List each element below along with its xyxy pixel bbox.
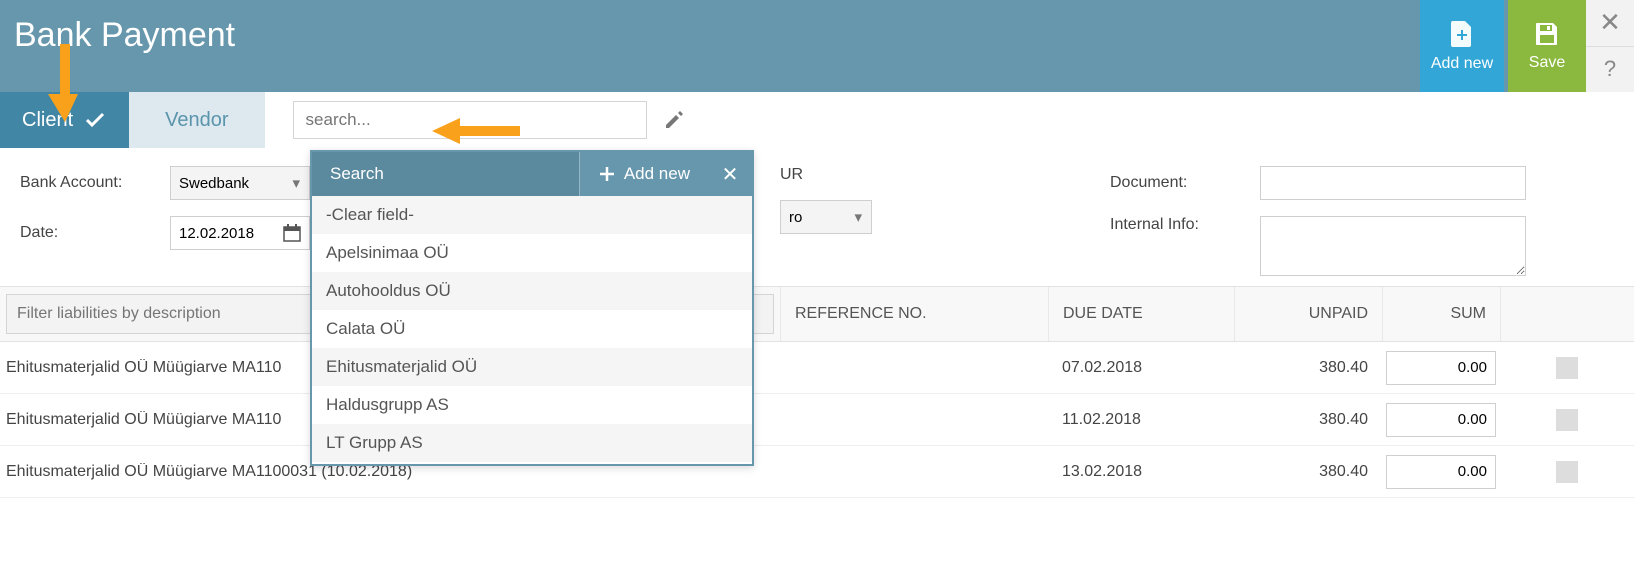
cell-unpaid: 380.40 bbox=[1234, 411, 1382, 429]
col-due-date[interactable]: DUE DATE bbox=[1048, 287, 1234, 341]
dropdown-item[interactable]: Autohooldus OÜ bbox=[312, 272, 752, 310]
table-body: Ehitusmaterjalid OÜ Müügiarve MA11007.02… bbox=[0, 342, 1634, 498]
col-sum[interactable]: SUM bbox=[1382, 287, 1500, 341]
edit-icon[interactable] bbox=[663, 109, 685, 131]
dropdown-item[interactable]: -Clear field- bbox=[312, 196, 752, 234]
row-date: Date: bbox=[20, 216, 360, 250]
form-col-right: Document: Internal Info: bbox=[1110, 166, 1526, 276]
cell-sum bbox=[1382, 403, 1500, 437]
table-row[interactable]: Ehitusmaterjalid OÜ Müügiarve MA1100031 … bbox=[0, 446, 1634, 498]
cell-unpaid: 380.40 bbox=[1234, 359, 1382, 377]
search-dropdown: Search Add new ✕ -Clear field- Apelsinim… bbox=[310, 150, 754, 466]
row-unit: ro bbox=[780, 200, 890, 234]
dropdown-search-label: Search bbox=[330, 164, 384, 184]
row-currency-fragment: UR bbox=[780, 166, 890, 184]
close-icon: ✕ bbox=[722, 162, 739, 187]
table-row[interactable]: Ehitusmaterjalid OÜ Müügiarve MA11011.02… bbox=[0, 394, 1634, 446]
cell-unpaid: 380.40 bbox=[1234, 463, 1382, 481]
cell-tail bbox=[1500, 357, 1634, 379]
bank-account-select[interactable]: Swedbank bbox=[170, 166, 310, 200]
plus-icon bbox=[598, 165, 616, 183]
save-label: Save bbox=[1529, 54, 1565, 72]
form-area: Bank Account: Swedbank Date: UR bbox=[0, 148, 1634, 286]
add-new-label: Add new bbox=[1431, 55, 1493, 73]
dropdown-close-button[interactable]: ✕ bbox=[708, 152, 752, 196]
tab-client[interactable]: Client bbox=[0, 92, 129, 148]
currency-fragment: UR bbox=[780, 166, 803, 184]
page-title: Bank Payment bbox=[0, 0, 249, 71]
close-icon: ✕ bbox=[1599, 7, 1621, 38]
row-internal: Internal Info: bbox=[1110, 216, 1526, 276]
bank-account-label: Bank Account: bbox=[20, 174, 170, 192]
check-icon bbox=[83, 108, 107, 132]
dropdown-tab-search[interactable]: Search bbox=[312, 152, 579, 196]
dropdown-item[interactable]: Apelsinimaa OÜ bbox=[312, 234, 752, 272]
save-button[interactable]: Save bbox=[1508, 0, 1586, 92]
cell-sum bbox=[1382, 351, 1500, 385]
dropdown-add-new-label: Add new bbox=[624, 164, 690, 184]
sum-input[interactable] bbox=[1386, 455, 1496, 489]
internal-info-label: Internal Info: bbox=[1110, 216, 1260, 234]
unit-select-wrap: ro bbox=[780, 200, 872, 234]
header-actions: Add new Save ✕ ? bbox=[1420, 0, 1634, 92]
cell-tail bbox=[1500, 409, 1634, 431]
search-input[interactable] bbox=[293, 101, 647, 139]
row-document: Document: bbox=[1110, 166, 1526, 200]
dropdown-tab-add-new[interactable]: Add new bbox=[579, 152, 708, 196]
dropdown-item[interactable]: Ehitusmaterjalid OÜ bbox=[312, 348, 752, 386]
file-plus-icon bbox=[1448, 19, 1476, 49]
date-input[interactable] bbox=[171, 217, 275, 249]
help-icon: ? bbox=[1604, 56, 1616, 82]
search-wrap bbox=[293, 92, 685, 148]
header-side: ✕ ? bbox=[1586, 0, 1634, 92]
calendar-icon[interactable] bbox=[275, 224, 309, 242]
dropdown-item[interactable]: Lõbusad Tuurid OÜ bbox=[312, 462, 752, 464]
cell-due-date: 07.02.2018 bbox=[1048, 359, 1234, 377]
row-action-chip[interactable] bbox=[1556, 461, 1578, 483]
form-col-left: Bank Account: Swedbank Date: bbox=[20, 166, 360, 276]
table-header: REFERENCE NO. DUE DATE UNPAID SUM bbox=[0, 286, 1634, 342]
close-button[interactable]: ✕ bbox=[1586, 0, 1634, 46]
header: Bank Payment Add new Save ✕ ? bbox=[0, 0, 1634, 92]
col-tail bbox=[1500, 287, 1634, 341]
date-label: Date: bbox=[20, 224, 170, 242]
table-row[interactable]: Ehitusmaterjalid OÜ Müügiarve MA11007.02… bbox=[0, 342, 1634, 394]
tab-vendor[interactable]: Vendor bbox=[129, 92, 264, 148]
tab-client-label: Client bbox=[22, 109, 73, 132]
bank-account-select-wrap: Swedbank bbox=[170, 166, 310, 200]
cell-sum bbox=[1382, 455, 1500, 489]
row-action-chip[interactable] bbox=[1556, 409, 1578, 431]
help-button[interactable]: ? bbox=[1586, 46, 1634, 93]
cell-due-date: 13.02.2018 bbox=[1048, 463, 1234, 481]
cell-due-date: 11.02.2018 bbox=[1048, 411, 1234, 429]
internal-info-textarea[interactable] bbox=[1260, 216, 1526, 276]
sum-input[interactable] bbox=[1386, 403, 1496, 437]
document-input[interactable] bbox=[1260, 166, 1526, 200]
dropdown-header: Search Add new ✕ bbox=[312, 152, 752, 196]
dropdown-item[interactable]: Calata OÜ bbox=[312, 310, 752, 348]
unit-select[interactable]: ro bbox=[780, 200, 872, 234]
row-action-chip[interactable] bbox=[1556, 357, 1578, 379]
form-col-mid: UR ro bbox=[780, 166, 890, 276]
save-icon bbox=[1533, 20, 1561, 48]
col-reference-no[interactable]: REFERENCE NO. bbox=[780, 287, 1048, 341]
col-unpaid[interactable]: UNPAID bbox=[1234, 287, 1382, 341]
date-field bbox=[170, 216, 310, 250]
document-label: Document: bbox=[1110, 174, 1260, 192]
sum-input[interactable] bbox=[1386, 351, 1496, 385]
add-new-button[interactable]: Add new bbox=[1420, 0, 1504, 92]
cell-tail bbox=[1500, 461, 1634, 483]
dropdown-item[interactable]: Haldusgrupp AS bbox=[312, 386, 752, 424]
tab-vendor-label: Vendor bbox=[165, 109, 228, 132]
dropdown-item[interactable]: LT Grupp AS bbox=[312, 424, 752, 462]
toolbar: Client Vendor bbox=[0, 92, 1634, 148]
row-bank-account: Bank Account: Swedbank bbox=[20, 166, 360, 200]
dropdown-list[interactable]: -Clear field- Apelsinimaa OÜ Autohooldus… bbox=[312, 196, 752, 464]
